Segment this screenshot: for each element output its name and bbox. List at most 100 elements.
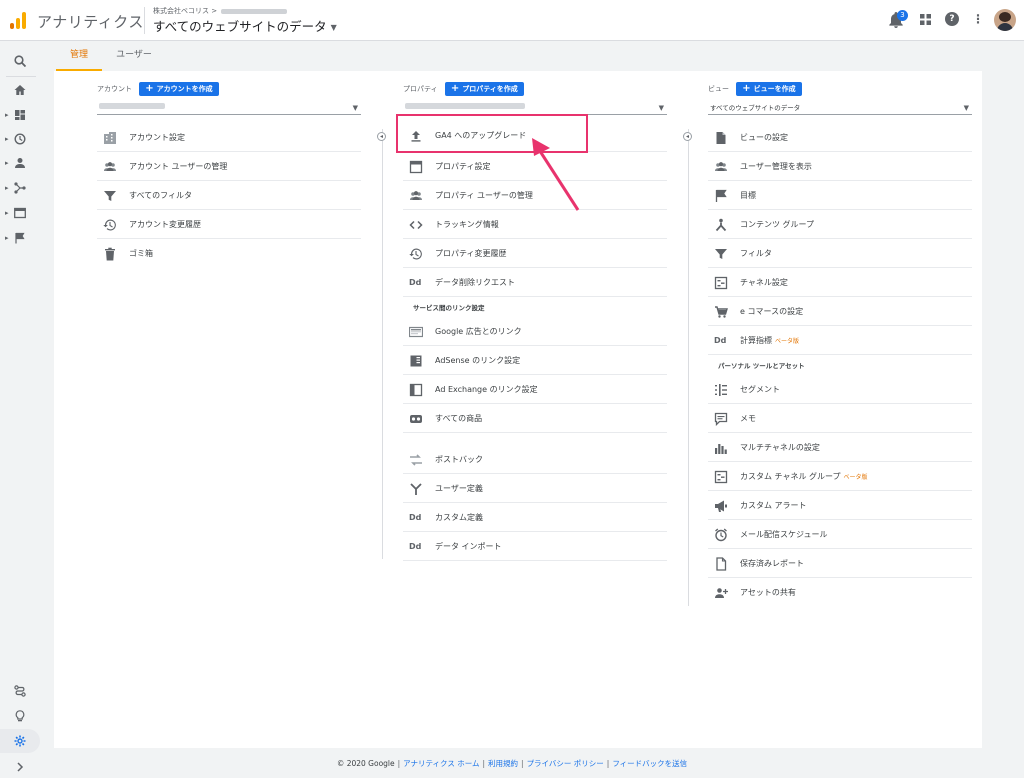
- sidebar-item-acquisition[interactable]: ▸: [0, 176, 40, 200]
- analytics-logo-icon[interactable]: [8, 10, 28, 30]
- annotations-item[interactable]: メモ: [708, 404, 972, 433]
- user-definitions-item[interactable]: ユーザー定義: [403, 474, 667, 503]
- all-products-item[interactable]: すべての商品: [403, 404, 667, 433]
- search-reports-button[interactable]: [0, 49, 40, 73]
- account-user-management-item[interactable]: アカウント ユーザーの管理: [97, 152, 361, 181]
- create-view-label: ビューを作成: [753, 85, 796, 93]
- sidebar-item-discover[interactable]: [0, 704, 40, 728]
- segment-icon: [715, 384, 727, 396]
- sidebar-item-customization[interactable]: ▸: [0, 103, 40, 127]
- view-selector[interactable]: すべてのウェブサイトのデータ ▼: [153, 16, 337, 35]
- account-settings-item[interactable]: アカウント設定: [97, 123, 361, 152]
- menu-item-label: e コマースの設定: [740, 307, 804, 316]
- sidebar-item-behavior[interactable]: ▸: [0, 201, 40, 225]
- history-icon: [409, 248, 422, 260]
- goals-item[interactable]: 目標: [708, 181, 972, 210]
- data-deletion-requests-item[interactable]: Dd データ削除リクエスト: [403, 268, 667, 297]
- property-selector[interactable]: ▼: [403, 99, 667, 115]
- apps-grid-icon[interactable]: [920, 14, 931, 25]
- more-vert-icon[interactable]: ⋮: [972, 12, 984, 26]
- sidebar-item-admin[interactable]: [0, 729, 40, 753]
- saved-reports-item[interactable]: 保存済みレポート: [708, 549, 972, 578]
- collapse-column-icon[interactable]: ◂: [377, 132, 386, 141]
- app-title[interactable]: アナリティクス: [37, 11, 144, 32]
- segments-item[interactable]: セグメント: [708, 375, 972, 404]
- admin-panel: アカウント + アカウントを作成 ▼ アカウント設定 アカウント ユーザーの管理 …: [54, 71, 982, 748]
- trash-item[interactable]: ゴミ箱: [97, 239, 361, 268]
- sidebar-item-attribution[interactable]: [0, 679, 40, 703]
- custom-definitions-item[interactable]: Dd カスタム定義: [403, 503, 667, 532]
- data-import-item[interactable]: Dd データ インポート: [403, 532, 667, 561]
- analytics-home-link[interactable]: アナリティクス ホーム: [403, 759, 479, 768]
- expand-chevron-icon: ▸: [5, 184, 9, 192]
- menu-item-label: プロパティ ユーザーの管理: [435, 191, 533, 200]
- people-icon: [104, 162, 116, 171]
- sidebar-item-home[interactable]: [0, 78, 40, 102]
- tab-admin[interactable]: 管理: [56, 41, 102, 71]
- collapse-column-icon[interactable]: ◂: [683, 132, 692, 141]
- view-user-management-item[interactable]: ユーザー管理を表示: [708, 152, 972, 181]
- menu-item-label: ユーザー定義: [435, 484, 483, 493]
- user-avatar[interactable]: [994, 9, 1016, 31]
- breadcrumb-separator: >: [211, 7, 218, 15]
- menu-item-label: カスタム定義: [435, 513, 483, 522]
- ad-exchange-linking-item[interactable]: Ad Exchange のリンク設定: [403, 375, 667, 404]
- sidebar-item-conversions[interactable]: ▸: [0, 226, 40, 250]
- beta-badge: ベータ版: [775, 338, 800, 345]
- calculated-metrics-item[interactable]: Dd 計算指標 ベータ版: [708, 326, 972, 355]
- terms-link[interactable]: 利用規約: [488, 759, 518, 768]
- header-divider: [144, 7, 145, 34]
- custom-alerts-item[interactable]: カスタム アラート: [708, 491, 972, 520]
- all-filters-item[interactable]: すべてのフィルタ: [97, 181, 361, 210]
- plus-icon: +: [145, 83, 154, 94]
- blurred-account-name: [99, 103, 165, 109]
- custom-channel-grouping-item[interactable]: カスタム チャネル グループ ベータ版: [708, 462, 972, 491]
- menu-item-label: ゴミ箱: [129, 249, 153, 258]
- content-grouping-item[interactable]: コンテンツ グループ: [708, 210, 972, 239]
- create-property-button[interactable]: + プロパティを作成: [444, 82, 524, 96]
- view-filters-item[interactable]: フィルタ: [708, 239, 972, 268]
- menu-item-label: データ インポート: [435, 542, 502, 551]
- create-view-button[interactable]: + ビューを作成: [736, 82, 802, 96]
- privacy-policy-link[interactable]: プライバシー ポリシー: [527, 759, 604, 768]
- account-selector[interactable]: ▼: [97, 99, 361, 115]
- ecommerce-settings-item[interactable]: e コマースの設定: [708, 297, 972, 326]
- view-selector-dropdown[interactable]: すべてのウェブサイトのデータ ▼: [708, 99, 972, 115]
- behavior-icon: [14, 207, 26, 219]
- notification-badge: 3: [897, 10, 908, 21]
- share-assets-item[interactable]: アセットの共有: [708, 578, 972, 607]
- dd-icon: Dd: [409, 542, 422, 551]
- help-icon[interactable]: ?: [945, 12, 959, 26]
- search-icon: [14, 55, 26, 67]
- menu-item-label: アカウント設定: [129, 133, 185, 142]
- menu-item-label: メール配信スケジュール: [740, 530, 828, 539]
- menu-item-label: AdSense のリンク設定: [435, 356, 521, 365]
- blurred-property-name: [405, 103, 525, 109]
- menu-item-label: データ削除リクエスト: [435, 278, 515, 287]
- sidebar-item-audience[interactable]: ▸: [0, 151, 40, 175]
- footer: © 2020 Google | アナリティクス ホーム | 利用規約 | プライバシー ポリ…: [336, 759, 688, 768]
- google-ads-linking-item[interactable]: Google 広告とのリンク: [403, 317, 667, 346]
- memo-icon: [714, 412, 728, 426]
- people-icon: [410, 191, 422, 200]
- tab-user[interactable]: ユーザー: [108, 41, 160, 71]
- property-change-history-item[interactable]: プロパティ変更履歴: [403, 239, 667, 268]
- left-nav: ▸ ▸ ▸ ▸ ▸ ▸: [0, 41, 40, 778]
- scheduled-emails-item[interactable]: メール配信スケジュール: [708, 520, 972, 549]
- dashboard-icon: [15, 110, 25, 120]
- property-column-label: プロパティ: [403, 85, 438, 93]
- send-feedback-link[interactable]: フィードバックを送信: [612, 759, 687, 768]
- multi-channel-settings-item[interactable]: マルチチャネルの設定: [708, 433, 972, 462]
- dd-icon: Dd: [714, 336, 727, 345]
- view-settings-item[interactable]: ビューの設定: [708, 123, 972, 152]
- create-account-button[interactable]: + アカウントを作成: [139, 82, 219, 96]
- account-breadcrumb[interactable]: 株式会社ベコリス >: [153, 6, 288, 16]
- personal-tools-section-label: パーソナル ツールとアセット: [718, 362, 805, 370]
- account-change-history-item[interactable]: アカウント変更履歴: [97, 210, 361, 239]
- postbacks-item[interactable]: ポストバック: [403, 445, 667, 474]
- top-bar: アナリティクス 株式会社ベコリス > すべてのウェブサイトのデータ ▼ 3 ? ⋮: [0, 0, 1024, 41]
- adsense-linking-item[interactable]: AdSense のリンク設定: [403, 346, 667, 375]
- channel-settings-item[interactable]: チャネル設定: [708, 268, 972, 297]
- property-column-header: プロパティ + プロパティを作成: [403, 82, 524, 96]
- sidebar-item-realtime[interactable]: ▸: [0, 127, 40, 151]
